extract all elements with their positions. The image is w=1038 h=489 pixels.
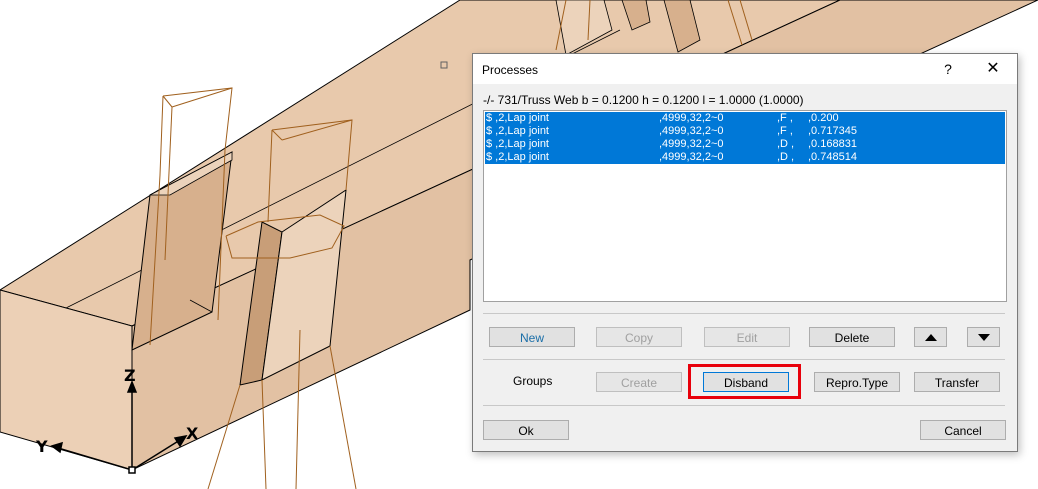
repro-type-button[interactable]: Repro.Type	[814, 372, 900, 392]
axis-label-y: Y	[35, 437, 48, 456]
help-button[interactable]: ?	[931, 58, 965, 80]
new-button[interactable]: New	[489, 327, 575, 347]
list-item[interactable]: $ ,2,Lap joint ,4999,32,2~0 ,D , ,0.1688…	[485, 138, 1005, 151]
disband-highlight-box	[688, 364, 801, 399]
triangle-up-icon	[925, 334, 937, 341]
process-list[interactable]: $ ,2,Lap joint ,4999,32,2~0 ,F , ,0.200 …	[483, 110, 1007, 302]
axis-label-z: Z	[124, 366, 136, 385]
list-item[interactable]: $ ,2,Lap joint ,4999,32,2~0 ,D , ,0.7485…	[485, 151, 1005, 164]
processes-dialog: Processes ? ✕ -/- 731/Truss Web b = 0.12…	[472, 53, 1018, 452]
cancel-button[interactable]: Cancel	[920, 420, 1006, 440]
divider	[483, 313, 1005, 314]
delete-button[interactable]: Delete	[809, 327, 895, 347]
move-down-button[interactable]	[967, 327, 1000, 347]
move-up-button[interactable]	[914, 327, 947, 347]
create-group-button[interactable]: Create	[596, 372, 682, 392]
list-item[interactable]: $ ,2,Lap joint ,4999,32,2~0 ,F , ,0.7173…	[485, 125, 1005, 138]
edit-button[interactable]: Edit	[704, 327, 790, 347]
ok-button[interactable]: Ok	[483, 420, 569, 440]
dialog-title: Processes	[482, 63, 539, 77]
divider	[483, 405, 1005, 406]
triangle-down-icon	[978, 334, 990, 341]
element-info-line: -/- 731/Truss Web b = 0.1200 h = 0.1200 …	[483, 93, 804, 107]
copy-button[interactable]: Copy	[596, 327, 682, 347]
list-item[interactable]: $ ,2,Lap joint ,4999,32,2~0 ,F , ,0.200	[485, 112, 1005, 125]
groups-label: Groups	[513, 374, 553, 388]
divider	[483, 359, 1005, 360]
dialog-titlebar[interactable]: Processes ? ✕	[473, 54, 1017, 84]
transfer-button[interactable]: Transfer	[914, 372, 1000, 392]
close-button[interactable]: ✕	[976, 58, 1010, 80]
axis-label-x: X	[186, 424, 199, 443]
